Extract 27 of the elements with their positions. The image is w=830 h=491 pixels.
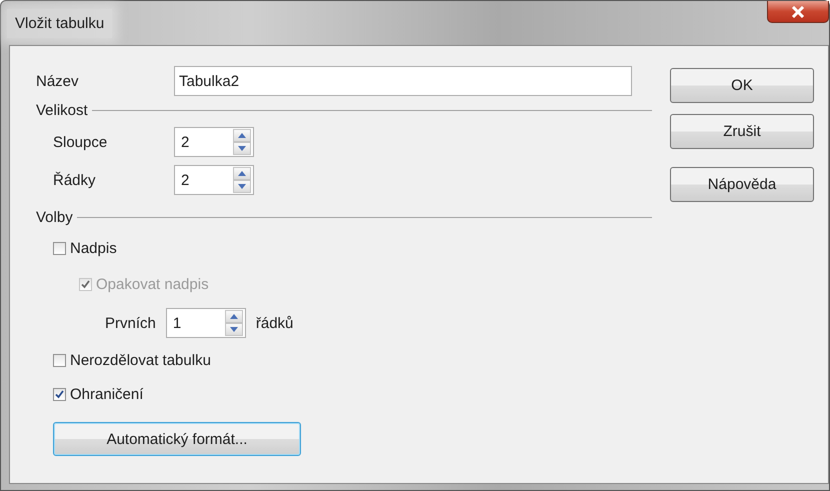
dialog-button[interactable]: Zrušit	[670, 114, 814, 149]
checkbox-label: Opakovat nadpis	[96, 276, 209, 292]
field-label: Prvních	[105, 314, 156, 332]
spin-value: 2	[181, 172, 190, 188]
field-label: Sloupce	[53, 134, 108, 150]
name-field[interactable]: Tabulka2	[174, 66, 632, 96]
autoformat-button[interactable]: Automatický formát...	[53, 422, 301, 456]
checkbox[interactable]	[53, 388, 66, 400]
checkbox-label: Nerozdělovat tabulku	[70, 352, 211, 368]
spin-value: 1	[172, 314, 182, 332]
unit-label: řádků	[256, 314, 294, 332]
window-title: Vložit tabulku	[7, 8, 112, 38]
spin-field[interactable]: 2	[174, 127, 254, 157]
close-icon	[791, 6, 805, 18]
checkbox[interactable]	[53, 354, 66, 366]
checkbox[interactable]	[53, 242, 66, 254]
dialog-button[interactable]: OK	[670, 68, 814, 103]
spin-field[interactable]: 2	[174, 165, 254, 195]
spin-value: 2	[181, 134, 190, 150]
field-label: Řádky	[53, 172, 97, 188]
dialog-button[interactable]: Nápověda	[670, 167, 814, 202]
field-label: Název	[36, 72, 80, 90]
section-title: Volby	[36, 209, 73, 226]
checkbox-label: Ohraničení	[70, 386, 144, 402]
section-title: Velikost	[36, 102, 88, 119]
checkbox-label: Nadpis	[70, 240, 117, 256]
close-button[interactable]	[767, 1, 829, 23]
